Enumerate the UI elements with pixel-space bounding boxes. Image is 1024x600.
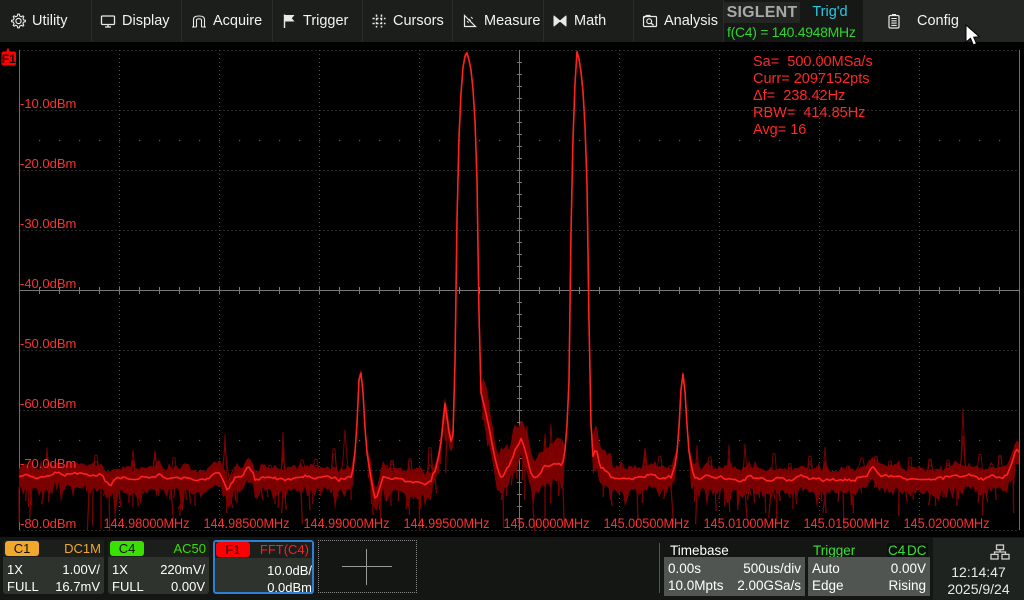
svg-text:145.02000MHz: 145.02000MHz	[904, 516, 990, 531]
svg-text:-30.0dBm: -30.0dBm	[20, 216, 76, 231]
svg-text:Sa= 500.00MSa/s: Sa= 500.00MSa/s	[753, 54, 873, 70]
svg-text:145.01500MHz: 145.01500MHz	[804, 516, 890, 531]
svg-text:-20.0dBm: -20.0dBm	[20, 156, 76, 171]
svg-text:Curr= 2097152pts: Curr= 2097152pts	[753, 71, 869, 87]
svg-text:RBW= 414.85Hz: RBW= 414.85Hz	[753, 105, 865, 121]
svg-text:144.99500MHz: 144.99500MHz	[404, 516, 490, 531]
svg-text:F1: F1	[2, 52, 16, 66]
svg-text:-70.0dBm: -70.0dBm	[20, 456, 76, 471]
svg-text:-50.0dBm: -50.0dBm	[20, 336, 76, 351]
svg-text:144.99000MHz: 144.99000MHz	[304, 516, 390, 531]
svg-text:145.00500MHz: 145.00500MHz	[604, 516, 690, 531]
svg-text:145.01000MHz: 145.01000MHz	[704, 516, 790, 531]
svg-text:-40.0dBm: -40.0dBm	[20, 276, 76, 291]
svg-text:Avg= 16: Avg= 16	[753, 122, 806, 138]
svg-text:-60.0dBm: -60.0dBm	[20, 396, 76, 411]
svg-text:Δf= 238.42Hz: Δf= 238.42Hz	[753, 88, 845, 104]
svg-text:145.00000MHz: 145.00000MHz	[504, 516, 590, 531]
svg-text:-80.0dBm: -80.0dBm	[20, 516, 76, 531]
svg-text:144.98000MHz: 144.98000MHz	[104, 516, 190, 531]
svg-text:144.98500MHz: 144.98500MHz	[204, 516, 290, 531]
svg-text:-10.0dBm: -10.0dBm	[20, 96, 76, 111]
